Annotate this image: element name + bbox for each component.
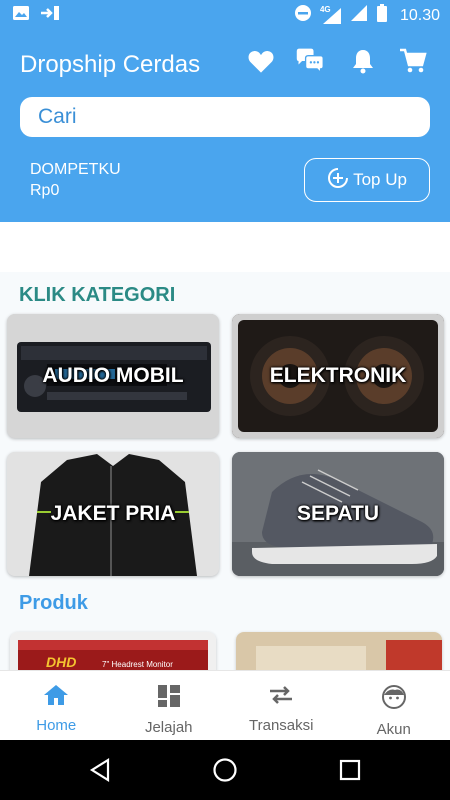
category-card-sepatu[interactable]: SEPATU (232, 452, 444, 576)
do-not-disturb-icon (294, 4, 312, 27)
product-image (236, 632, 442, 670)
grid-icon (157, 684, 181, 713)
spacer (0, 222, 450, 272)
nav-home-label: Home (36, 717, 77, 734)
nav-akun[interactable]: Akun (338, 671, 450, 740)
swap-icon (268, 684, 294, 711)
category-card-audio-mobil[interactable]: AUDIO MOBIL (7, 314, 219, 438)
category-card-elektronik[interactable]: ELEKTRONIK (232, 314, 444, 438)
search-input[interactable]: Cari (20, 97, 430, 137)
heart-icon[interactable] (246, 46, 276, 76)
topup-button[interactable]: Top Up (304, 158, 430, 202)
nav-home[interactable]: Home (0, 671, 113, 740)
battery-icon (376, 4, 388, 27)
chat-icon[interactable] (295, 46, 325, 76)
product-brand: DHD (46, 654, 77, 670)
category-card-jaket-pria[interactable]: JAKET PRIA (7, 452, 219, 576)
back-icon[interactable] (85, 756, 115, 784)
app-title: Dropship Cerdas (20, 51, 201, 78)
bottom-navigation: Home Jelajah Transaksi Akun (0, 670, 450, 740)
main-content[interactable]: KLIK KATEGORI AUDIO MOBIL ELEKTRONIK JAK… (0, 222, 450, 670)
home-icon (43, 684, 69, 711)
category-label: AUDIO MOBIL (42, 364, 184, 387)
product-section-title: Produk (19, 592, 88, 614)
clock-time: 10.30 (399, 6, 440, 24)
category-label: ELEKTRONIK (269, 364, 407, 387)
topup-label: Top Up (353, 170, 407, 189)
category-label: JAKET PRIA (50, 502, 176, 525)
cart-icon[interactable] (398, 46, 428, 76)
signal-4g-icon: 4G (320, 5, 342, 25)
nav-jelajah-label: Jelajah (144, 719, 193, 736)
nav-transaksi-label: Transaksi (249, 717, 314, 734)
image-notification-icon (12, 5, 30, 26)
face-icon (381, 684, 407, 715)
product-card-1[interactable]: DHD 7" Headrest Monitor (10, 632, 216, 670)
bell-icon[interactable] (348, 46, 378, 76)
wallet-label: DOMPETKU (30, 161, 121, 178)
category-label: SEPATU (296, 502, 380, 525)
recents-icon[interactable] (335, 756, 365, 784)
topup-add-icon (327, 167, 349, 194)
nav-akun-label: Akun (376, 721, 411, 738)
category-section-title: KLIK KATEGORI (19, 284, 176, 306)
nav-transaksi[interactable]: Transaksi (225, 671, 338, 740)
wallet-balance: Rp0 (30, 182, 60, 199)
wifi-signal-icon (350, 4, 368, 27)
product-card-2[interactable] (236, 632, 442, 670)
cast-notification-icon (40, 5, 62, 26)
system-navigation-bar (0, 740, 450, 800)
product-caption: 7" Headrest Monitor (102, 660, 173, 669)
status-bar: 4G 10.30 (0, 0, 450, 30)
search-placeholder: Cari (38, 105, 77, 128)
nav-jelajah[interactable]: Jelajah (113, 671, 226, 740)
home-circle-icon[interactable] (210, 756, 240, 784)
app-header: Dropship Cerdas Cari DOMPETKU Rp0 Top Up (0, 30, 450, 222)
